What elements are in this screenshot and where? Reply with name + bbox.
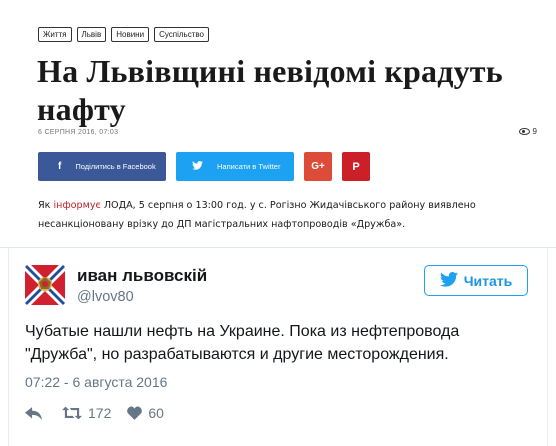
follow-label: Читать (463, 272, 513, 289)
retweet-icon (62, 406, 82, 420)
retweet-count: 172 (88, 405, 112, 421)
share-facebook-button[interactable]: f Поділитись в Facebook (38, 152, 166, 181)
article-date: 6 СЕРПНЯ 2016, 07:03 (38, 129, 119, 136)
share-pinterest-button[interactable]: P (342, 152, 370, 181)
source-link[interactable]: інформує (54, 200, 101, 211)
article-headline: На Львівщині невідомі крадуть нафту (37, 53, 503, 127)
tweet-text: Чубатые нашли нефть на Украине. Пока из … (25, 323, 460, 363)
share-twitter-button[interactable]: Написати в Twitter (176, 152, 294, 181)
tag-life[interactable]: Життя (38, 27, 72, 42)
share-facebook-label: Поділитись в Facebook (75, 162, 156, 171)
pinterest-icon: P (352, 160, 360, 173)
article-body-text: ЛОДА, 5 серпня о 13:00 год. у с. Рогізно… (38, 200, 476, 230)
tweet-author-name[interactable]: иван львовскій (77, 266, 207, 286)
gplus-icon: G+ (311, 161, 325, 172)
facebook-icon: f (58, 161, 62, 172)
twitter-bird-icon (439, 271, 458, 290)
tag-list: Життя Львів Новини Суспільство (38, 27, 209, 42)
reply-button[interactable] (25, 406, 42, 420)
tag-news[interactable]: Новини (111, 27, 150, 42)
retweet-button[interactable]: 172 (62, 405, 111, 421)
article-body-prefix: Як (38, 200, 54, 211)
novorossiya-flag-icon (25, 265, 65, 305)
eye-icon (518, 128, 530, 135)
view-counter: 9 (518, 127, 537, 136)
like-count: 60 (148, 405, 164, 421)
article-body: Як інформує ЛОДА, 5 серпня о 13:00 год. … (38, 196, 518, 234)
share-gplus-button[interactable]: G+ (304, 152, 332, 181)
twitter-bird-icon (192, 160, 203, 173)
tag-lviv[interactable]: Львів (76, 27, 107, 42)
tweet-author-handle[interactable]: @lvov80 (77, 289, 134, 305)
article: Життя Львів Новини Суспільство На Львівщ… (0, 0, 556, 246)
reply-icon (25, 406, 42, 420)
avatar[interactable] (25, 265, 65, 305)
share-buttons: f Поділитись в Facebook Написати в Twitt… (38, 152, 370, 181)
tweet-timestamp[interactable]: 07:22 - 6 августа 2016 (25, 374, 167, 390)
view-count: 9 (532, 127, 537, 136)
share-twitter-label: Написати в Twitter (217, 162, 281, 171)
heart-icon (127, 406, 143, 420)
follow-button[interactable]: Читать (424, 265, 528, 296)
tweet-actions: 172 60 (25, 402, 164, 424)
tag-society[interactable]: Суспільство (154, 27, 209, 42)
like-button[interactable]: 60 (127, 405, 164, 421)
